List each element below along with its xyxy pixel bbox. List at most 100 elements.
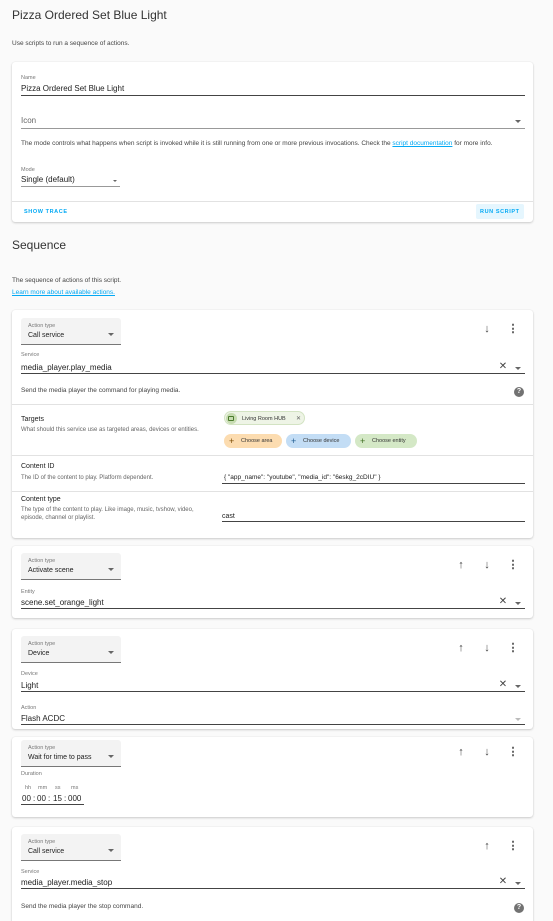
device-field[interactable]: Light [21, 681, 38, 690]
arrow-up-icon[interactable]: ↑ [455, 747, 467, 758]
service-label: Service [21, 352, 40, 358]
choose-area-button[interactable]: + Choose area [224, 434, 282, 448]
chevron-down-icon [108, 568, 114, 571]
arrow-up-icon[interactable]: ↑ [455, 643, 467, 654]
entity-label: Entity [21, 589, 35, 595]
device-underline [21, 691, 525, 692]
action-card-device: Action type Device ↑ ↓ ⋮ Device Light ✕ … [12, 629, 533, 729]
run-script-button[interactable]: RUN SCRIPT [476, 204, 524, 219]
action-type-select[interactable]: Action type Device [21, 636, 121, 663]
choose-entity-button[interactable]: + Choose entity [355, 434, 417, 448]
arrow-down-icon[interactable]: ↓ [481, 643, 493, 654]
choose-device-button[interactable]: + Choose device [286, 434, 351, 448]
arrow-down-icon[interactable]: ↓ [481, 560, 493, 571]
service-field[interactable]: media_player.play_media [21, 363, 112, 372]
page-subtitle: Use scripts to run a sequence of actions… [12, 40, 130, 47]
cast-icon-glyph [228, 416, 234, 421]
action-type-value: Call service [28, 332, 65, 339]
choose-entity-label: Choose entity [372, 438, 406, 444]
chevron-down-icon [108, 651, 114, 654]
content-id-title: Content ID [21, 463, 55, 470]
content-id-field[interactable]: { "app_name": "youtube", "media_id": "6e… [224, 474, 381, 481]
service-underline [21, 373, 525, 374]
script-settings-card: Name Pizza Ordered Set Blue Light Icon T… [12, 62, 533, 222]
chevron-down-icon [108, 849, 114, 852]
duration-label: Duration [21, 771, 42, 777]
duration-separator: : [33, 794, 36, 803]
content-type-field[interactable]: cast [222, 513, 235, 520]
plus-icon: + [229, 436, 235, 446]
action-type-label: Action type [28, 839, 56, 845]
unit-milliseconds: ms [71, 785, 79, 791]
name-underline [21, 95, 525, 96]
show-trace-button[interactable]: SHOW TRACE [24, 209, 68, 215]
close-icon[interactable]: ✕ [498, 597, 508, 607]
dots-vertical-icon[interactable]: ⋮ [507, 560, 519, 571]
service-field[interactable]: media_player.media_stop [21, 878, 112, 887]
name-label: Name [21, 75, 36, 81]
device-action-select[interactable]: Flash ACDC [21, 714, 65, 723]
device-label: Device [21, 671, 38, 677]
icon-field[interactable]: Icon [21, 116, 36, 125]
action-type-value: Call service [28, 848, 65, 855]
action-type-select[interactable]: Action type Activate scene [21, 553, 121, 580]
device-action-underline [21, 724, 525, 725]
target-chip-label: Living Room HUB [242, 416, 286, 422]
action-card-call-service: Action type Call service ↓ ⋮ Service med… [12, 310, 533, 538]
target-chip[interactable]: Living Room HUB ✕ [224, 411, 305, 425]
plus-icon: + [360, 436, 366, 446]
duration-seconds-input[interactable]: 15 [53, 794, 62, 803]
icon-underline [21, 128, 525, 129]
action-type-select[interactable]: Action type Call service [21, 318, 121, 345]
action-type-select[interactable]: Action type Call service [21, 834, 121, 861]
arrow-down-icon[interactable]: ↓ [481, 324, 493, 335]
arrow-down-icon[interactable]: ↓ [481, 747, 493, 758]
duration-milliseconds-input[interactable]: 000 [68, 794, 81, 803]
mode-description: The mode controls what happens when scri… [21, 140, 493, 147]
help-circle-icon[interactable]: ? [514, 387, 524, 397]
arrow-up-icon[interactable]: ↑ [481, 841, 493, 852]
choose-area-label: Choose area [241, 438, 273, 444]
action-card-call-service-stop: Action type Call service ↑ ⋮ Service med… [12, 827, 533, 921]
close-icon[interactable]: ✕ [498, 877, 508, 887]
duration-minutes-input[interactable]: 00 [37, 794, 46, 803]
chevron-down-icon [108, 333, 114, 336]
dots-vertical-icon[interactable]: ⋮ [507, 643, 519, 654]
chevron-down-icon [113, 180, 117, 182]
dots-vertical-icon[interactable]: ⋮ [507, 747, 519, 758]
help-circle-icon[interactable]: ? [514, 903, 524, 913]
divider [12, 455, 533, 456]
action-type-value: Device [28, 650, 50, 657]
chevron-down-icon [515, 718, 521, 721]
close-icon[interactable]: ✕ [296, 412, 301, 426]
service-underline [21, 888, 525, 889]
service-description: Send the media player the command for pl… [21, 387, 181, 394]
mode-select[interactable]: Single (default) [21, 175, 75, 184]
duration-hours-input[interactable]: 00 [22, 794, 31, 803]
service-description: Send the media player the stop command. [21, 903, 144, 910]
name-field[interactable]: Pizza Ordered Set Blue Light [21, 84, 124, 93]
unit-hours: hh [25, 785, 32, 791]
close-icon[interactable]: ✕ [498, 680, 508, 690]
divider [12, 404, 533, 405]
chevron-down-icon [515, 367, 521, 370]
dots-vertical-icon[interactable]: ⋮ [507, 841, 519, 852]
arrow-up-icon[interactable]: ↑ [455, 560, 467, 571]
content-type-description: The type of the content to play. Like im… [21, 507, 194, 522]
learn-more-link[interactable]: Learn more about available actions. [12, 289, 115, 298]
chevron-down-icon [515, 882, 521, 885]
script-documentation-link[interactable]: script documentation [392, 140, 452, 147]
divider [12, 491, 533, 492]
action-type-select[interactable]: Action type Wait for time to pass [21, 740, 121, 767]
dots-vertical-icon[interactable]: ⋮ [507, 324, 519, 335]
mode-underline [21, 186, 120, 187]
content-id-description: The ID of the content to play. Platform … [21, 475, 154, 481]
chevron-down-icon [515, 685, 521, 688]
entity-field[interactable]: scene.set_orange_light [21, 598, 104, 607]
sequence-description: The sequence of actions of this script. [12, 277, 122, 284]
duration-underline [21, 804, 84, 805]
close-icon[interactable]: ✕ [498, 362, 508, 372]
action-type-label: Action type [28, 558, 56, 564]
targets-title: Targets [21, 416, 44, 423]
chevron-down-icon [515, 602, 521, 605]
